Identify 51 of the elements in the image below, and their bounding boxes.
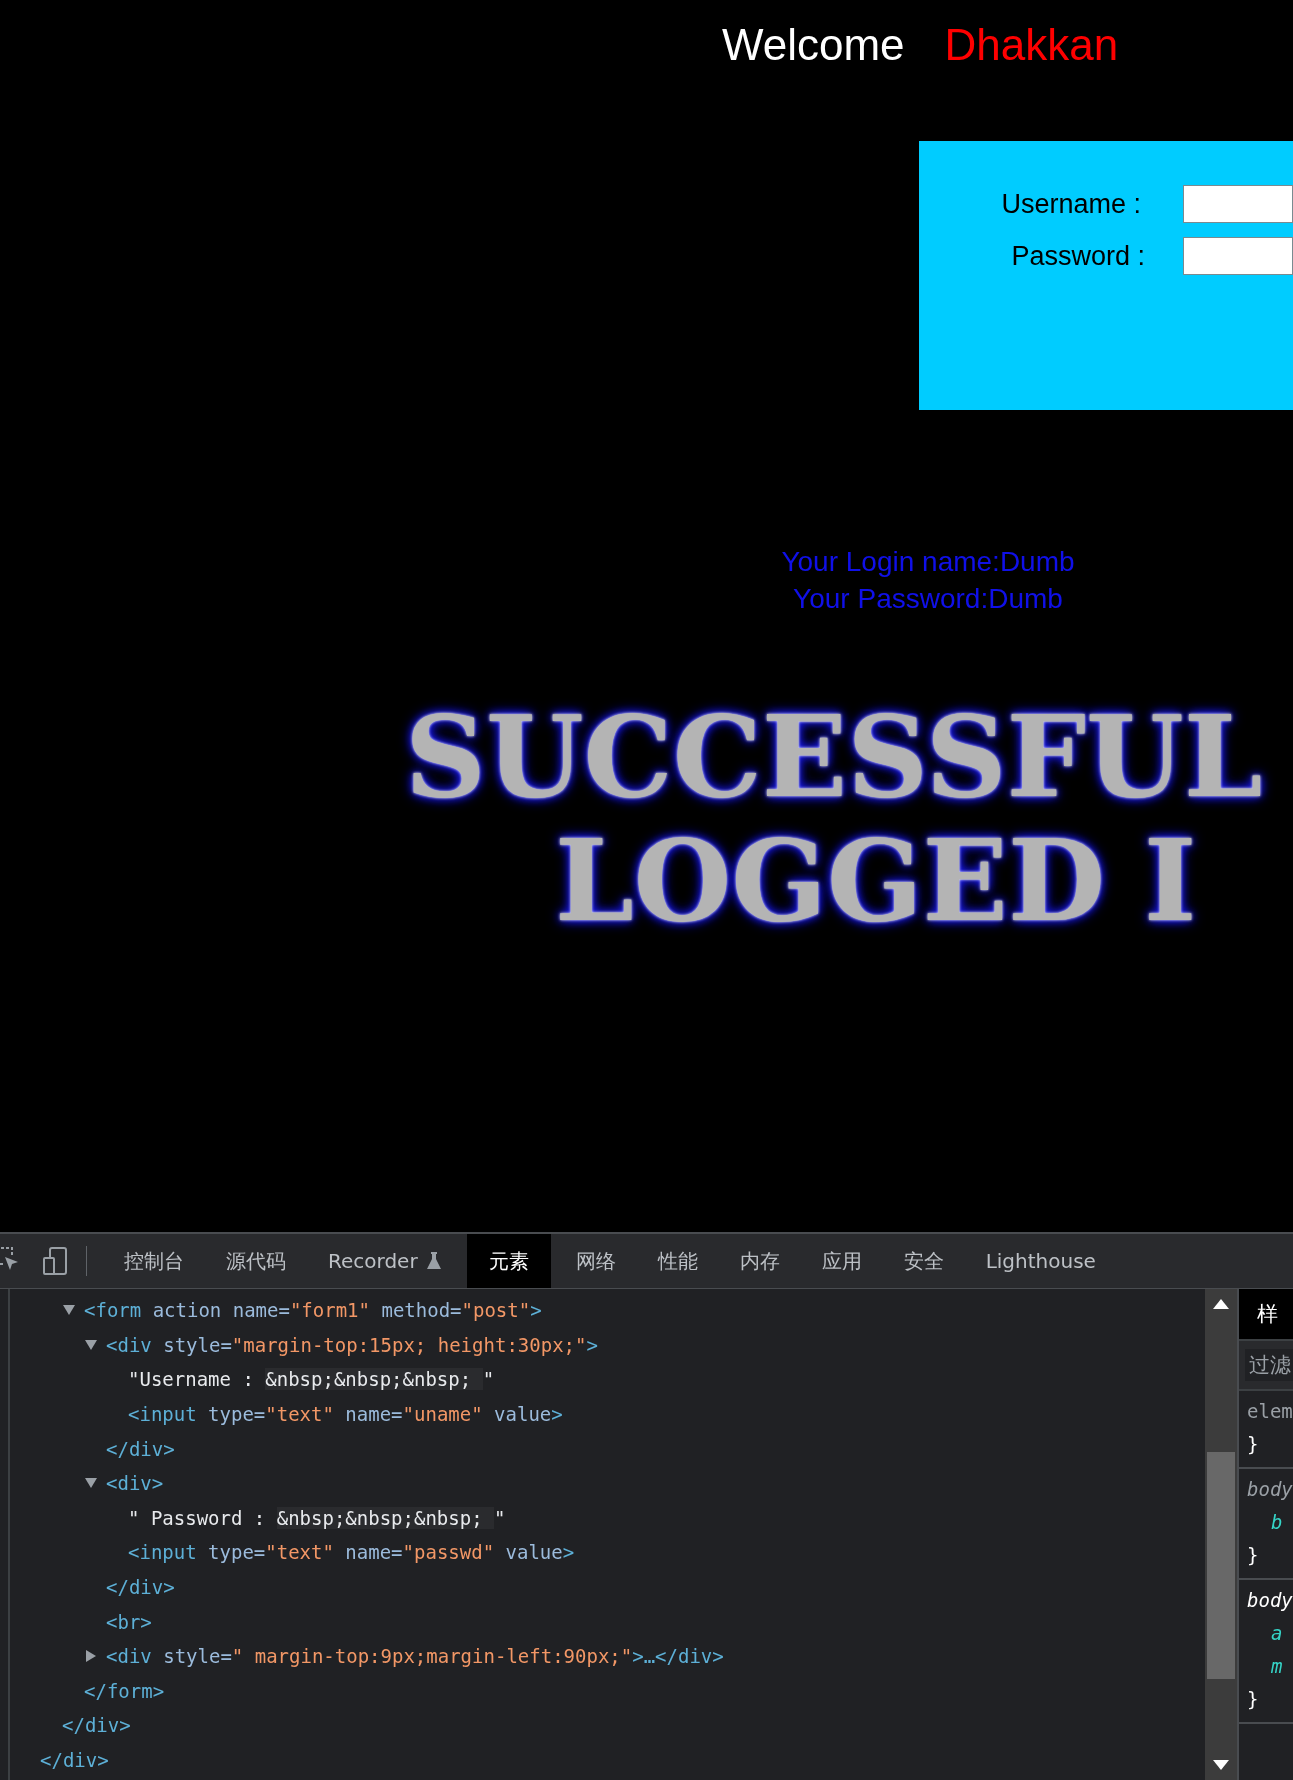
devtools-tab[interactable]: 控制台 (107, 1234, 201, 1288)
device-toggle-icon[interactable] (42, 1246, 68, 1276)
input-field[interactable] (1183, 237, 1293, 275)
login-info-text: Your Password:Dumb (792, 582, 1064, 616)
scroll-down-icon[interactable] (1213, 1760, 1229, 1770)
field-label: Password : (1010, 240, 1145, 272)
devtools-tab[interactable]: 应用 (804, 1234, 879, 1288)
css-property: m (1270, 1654, 1284, 1679)
code-line[interactable]: <input type="text" name="passwd" value> (128, 1541, 575, 1564)
css-brace: } (1247, 1432, 1260, 1457)
devtools-tab[interactable]: Recorder (311, 1234, 459, 1288)
devtools-tab[interactable]: 源代码 (209, 1234, 303, 1288)
expanded-triangle-icon[interactable] (84, 1337, 98, 1352)
scroll-up-icon[interactable] (1213, 1299, 1229, 1309)
code-line[interactable]: <input type="text" name="uname" value> (128, 1403, 563, 1426)
filter-field[interactable]: 过滤 (1245, 1349, 1293, 1381)
code-line[interactable]: <div style="margin-top:15px; height:30px;"> (106, 1333, 598, 1356)
css-brace: } (1247, 1687, 1260, 1712)
code-line[interactable]: </div> (40, 1749, 109, 1771)
code-line[interactable]: <br> (106, 1610, 152, 1633)
devtools-tab[interactable]: 安全 (886, 1234, 961, 1288)
welcome-text: Welcome (722, 20, 905, 70)
code-line[interactable]: </form> (84, 1679, 165, 1702)
styles-tab[interactable]: 样 (1239, 1289, 1293, 1339)
css-brace: } (1247, 1543, 1260, 1568)
css-property: a (1270, 1621, 1284, 1646)
code-line[interactable]: </div> (106, 1576, 175, 1599)
banner-text: LOGGED I (554, 819, 1198, 943)
user-name: Dhakkan (944, 20, 1119, 70)
devtools-tab[interactable]: 内存 (722, 1234, 797, 1288)
field-label: Username : (1000, 188, 1141, 220)
css-property: b (1270, 1510, 1284, 1535)
css-selector: elem (1247, 1399, 1293, 1424)
flask-icon (425, 1251, 442, 1271)
devtools-tab[interactable]: Lighthouse (968, 1234, 1113, 1288)
scrollbar[interactable] (1205, 1289, 1237, 1780)
code-line[interactable]: <div> (106, 1472, 164, 1495)
code-line[interactable]: </div> (106, 1437, 175, 1460)
code-line[interactable]: </div> (62, 1714, 131, 1737)
input-field[interactable] (1183, 185, 1293, 223)
css-selector: body (1247, 1588, 1293, 1613)
collapsed-triangle-icon[interactable] (84, 1649, 98, 1664)
login-info-text: Your Login name:Dumb (780, 545, 1076, 579)
scrollbar-thumb[interactable] (1207, 1452, 1235, 1679)
devtools-tab[interactable]: 性能 (640, 1234, 715, 1288)
css-selector: body (1247, 1477, 1293, 1502)
code-line[interactable]: <div style=" margin-top:9px;margin-left:90px;">…</div> (106, 1645, 724, 1668)
devtools-tab[interactable]: 网络 (558, 1234, 633, 1288)
banner-text: SUCCESSFUL (404, 695, 1264, 819)
devtools-tab[interactable]: 元素 (466, 1234, 551, 1288)
code-line[interactable]: <form action name="form1" method="post"> (84, 1299, 542, 1322)
